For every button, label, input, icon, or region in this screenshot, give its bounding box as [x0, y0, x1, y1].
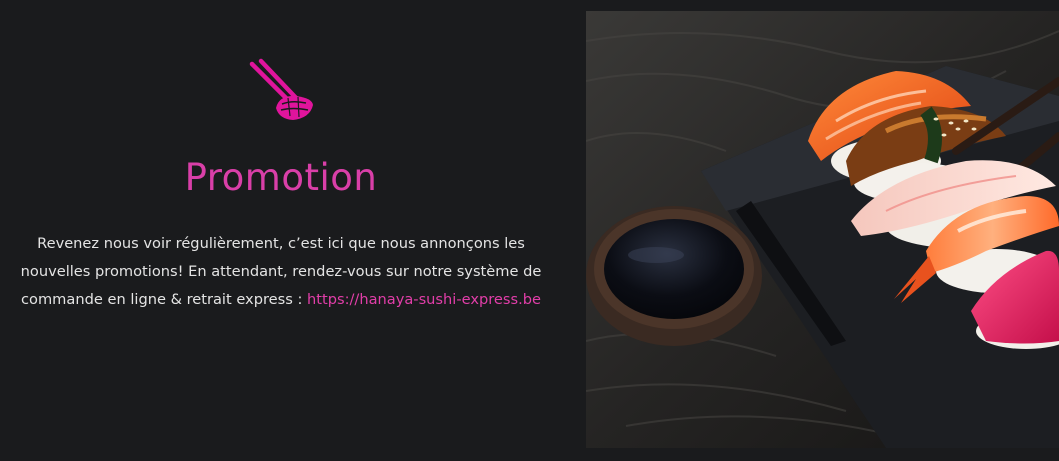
sushi-photo [586, 11, 1059, 448]
order-online-link[interactable]: https://hanaya-sushi-express.be [307, 291, 541, 308]
chopsticks-sushi-icon [246, 58, 316, 128]
page-title: Promotion [184, 156, 378, 199]
promotion-section: Promotion Revenez nous voir régulièremen… [0, 0, 1059, 461]
promotion-content: Promotion Revenez nous voir régulièremen… [0, 0, 562, 461]
promotion-description: Revenez nous voir régulièrement, c’est i… [14, 230, 548, 314]
